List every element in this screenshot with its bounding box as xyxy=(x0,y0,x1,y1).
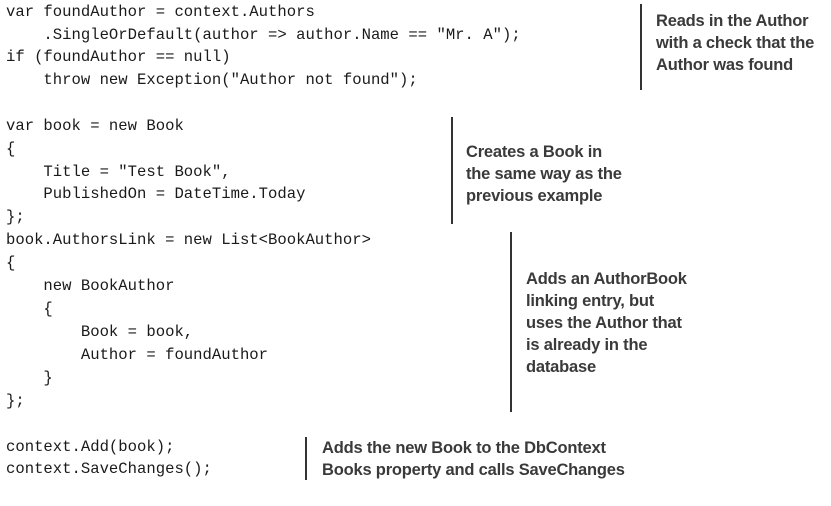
code-line: book.AuthorsLink = new List<BookAuthor> xyxy=(6,231,371,249)
annotation-line: previous example xyxy=(466,187,603,205)
code-line: context.Add(book); xyxy=(6,438,175,456)
annotation-line: Reads in the Author xyxy=(656,12,809,30)
code-line: var foundAuthor = context.Authors xyxy=(6,3,315,21)
code-line: var book = new Book xyxy=(6,117,184,135)
code-line: if (foundAuthor == null) xyxy=(6,48,231,66)
code-line: new BookAuthor xyxy=(6,277,175,295)
annotation-create-book: Creates a Book in the same way as the pr… xyxy=(466,141,622,207)
annotation-divider xyxy=(305,437,307,480)
annotation-line: database xyxy=(526,358,596,376)
annotation-divider xyxy=(451,117,453,224)
code-line: Author = foundAuthor xyxy=(6,346,269,364)
code-line: { xyxy=(6,254,16,272)
annotation-add-author-book: Adds an AuthorBook linking entry, but us… xyxy=(526,268,687,378)
code-line: Book = book, xyxy=(6,323,194,341)
annotation-line: Adds an AuthorBook xyxy=(526,270,687,288)
code-line: } xyxy=(6,369,53,387)
annotation-save-changes: Adds the new Book to the DbContext Books… xyxy=(322,437,625,481)
code-line: context.SaveChanges(); xyxy=(6,460,212,478)
code-line: .SingleOrDefault(author => author.Name =… xyxy=(6,26,521,44)
annotation-line: the same way as the xyxy=(466,165,622,183)
code-line: }; xyxy=(6,208,25,226)
code-line: { xyxy=(6,140,16,158)
code-line: { xyxy=(6,300,53,318)
annotation-line: with a check that the xyxy=(656,34,815,52)
annotation-line: Author was found xyxy=(656,56,794,74)
annotation-line: Books property and calls SaveChanges xyxy=(322,461,625,479)
annotation-read-author: Reads in the Author with a check that th… xyxy=(656,10,814,76)
annotation-line: Adds the new Book to the DbContext xyxy=(322,439,606,457)
annotation-line: is already in the xyxy=(526,336,648,354)
code-line: throw new Exception("Author not found"); xyxy=(6,71,418,89)
annotation-line: uses the Author that xyxy=(526,314,682,332)
code-line: }; xyxy=(6,392,25,410)
annotation-divider xyxy=(510,232,512,412)
code-line: Title = "Test Book", xyxy=(6,163,231,181)
annotation-divider xyxy=(640,4,642,90)
annotation-line: Creates a Book in xyxy=(466,143,602,161)
annotation-line: linking entry, but xyxy=(526,292,655,310)
code-line: PublishedOn = DateTime.Today xyxy=(6,185,306,203)
